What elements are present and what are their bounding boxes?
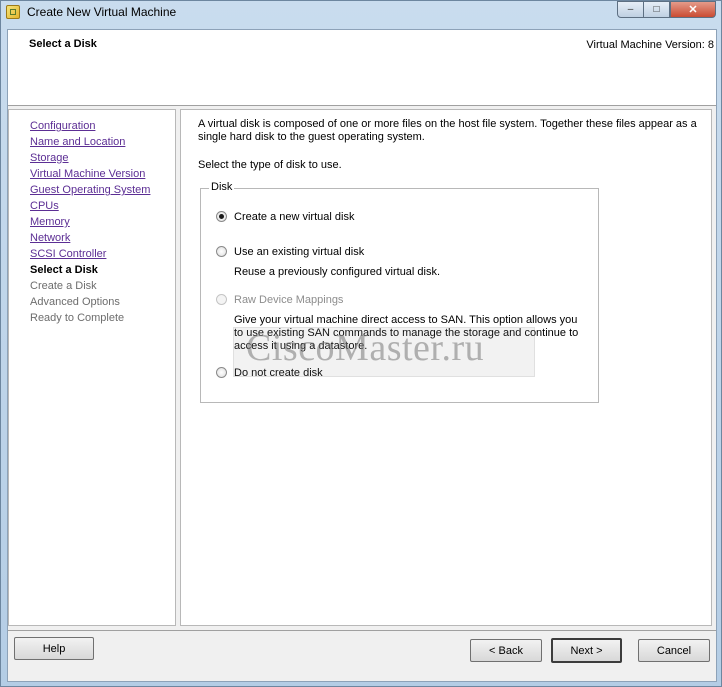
create-new-disk-radio[interactable] xyxy=(216,211,227,222)
step-memory[interactable]: Memory xyxy=(30,216,70,228)
wizard-header: Select a Disk Virtual Machine Version: 8 xyxy=(8,30,716,106)
step-create-a-disk: Create a Disk xyxy=(30,280,97,292)
page-title: Select a Disk xyxy=(29,38,97,50)
maximize-button[interactable]: □ xyxy=(643,1,670,18)
step-select-a-disk: Select a Disk xyxy=(30,264,98,276)
intro-text: A virtual disk is composed of one or mor… xyxy=(198,118,697,143)
step-advanced-options: Advanced Options xyxy=(30,296,120,308)
use-existing-disk-label[interactable]: Use an existing virtual disk xyxy=(234,246,364,258)
step-ready-to-complete: Ready to Complete xyxy=(30,312,125,324)
step-network[interactable]: Network xyxy=(30,232,70,244)
wizard-content-panel: A virtual disk is composed of one or mor… xyxy=(180,109,712,626)
use-existing-disk-radio[interactable] xyxy=(216,246,227,257)
back-button[interactable]: < Back xyxy=(470,639,542,662)
use-existing-disk-description: Reuse a previously configured virtual di… xyxy=(234,266,441,278)
vm-version-label: Virtual Machine Version: 8 xyxy=(586,39,714,51)
next-button[interactable]: Next > xyxy=(551,638,622,663)
vm-app-icon xyxy=(6,5,20,19)
minimize-button[interactable]: – xyxy=(617,1,644,18)
disk-group-title: Disk xyxy=(209,181,235,193)
cancel-button[interactable]: Cancel xyxy=(638,639,710,662)
step-name-and-location[interactable]: Name and Location xyxy=(30,136,125,148)
do-not-create-disk-radio[interactable] xyxy=(216,367,227,378)
raw-device-mappings-radio xyxy=(216,294,227,305)
step-cpus[interactable]: CPUs xyxy=(30,200,59,212)
disk-type-prompt: Select the type of disk to use. xyxy=(198,159,342,171)
help-button[interactable]: Help xyxy=(14,637,94,660)
watermark-overlay: CiscoMaster.ru xyxy=(233,327,535,377)
footer-divider xyxy=(8,630,716,631)
raw-device-mappings-label: Raw Device Mappings xyxy=(234,294,344,306)
title-bar[interactable]: Create New Virtual Machine – □ ✕ xyxy=(1,1,721,25)
step-virtual-machine-version[interactable]: Virtual Machine Version xyxy=(30,168,145,180)
step-guest-operating-system[interactable]: Guest Operating System xyxy=(30,184,150,196)
step-scsi-controller[interactable]: SCSI Controller xyxy=(30,248,106,260)
disk-group-box: Disk Create a new virtual disk Use an ex… xyxy=(200,181,599,403)
wizard-steps-sidebar: Configuration Name and Location Storage … xyxy=(8,109,176,626)
window-title: Create New Virtual Machine xyxy=(27,5,177,19)
create-new-disk-label[interactable]: Create a new virtual disk xyxy=(234,211,354,223)
dialog-window: Create New Virtual Machine – □ ✕ Select … xyxy=(0,0,722,687)
dialog-client-area: Select a Disk Virtual Machine Version: 8… xyxy=(7,29,717,682)
step-configuration[interactable]: Configuration xyxy=(30,120,95,132)
step-storage[interactable]: Storage xyxy=(30,152,69,164)
watermark-text: CiscoMaster.ru xyxy=(246,327,485,369)
close-button[interactable]: ✕ xyxy=(670,1,716,18)
